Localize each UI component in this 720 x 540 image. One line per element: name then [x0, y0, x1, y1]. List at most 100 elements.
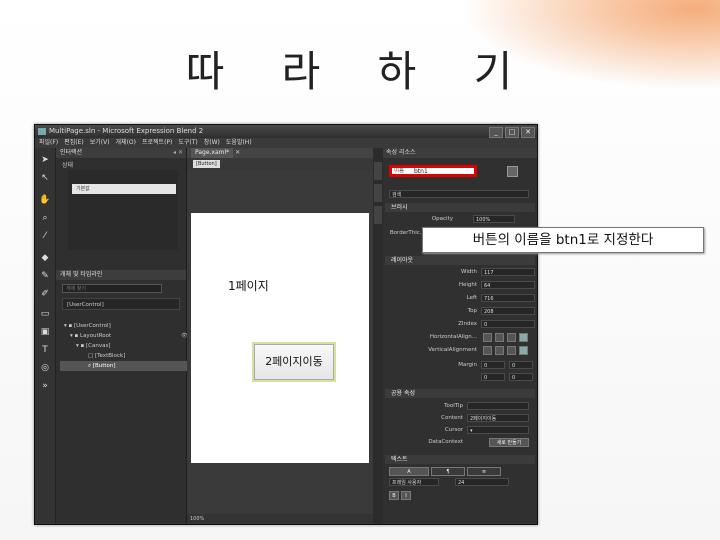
xaml-view-tab[interactable]	[374, 184, 382, 202]
width-input[interactable]: 117	[481, 268, 535, 276]
height-input[interactable]: 64	[481, 281, 535, 289]
borderthickness-label: BorderThic...	[389, 230, 425, 236]
maximize-button[interactable]: □	[505, 127, 519, 138]
app-icon	[38, 128, 46, 135]
artboard[interactable]: 1페이지 2페이지이동	[191, 213, 369, 463]
vertical-alignment-label: VerticalAlignment	[428, 347, 477, 353]
font-size-input[interactable]: 24	[455, 478, 509, 486]
opacity-input[interactable]: 100%	[473, 215, 515, 223]
paint-bucket-icon[interactable]: ◆	[39, 252, 51, 264]
close-button[interactable]: ✕	[521, 127, 535, 138]
properties-tabs[interactable]: 속성 리소스	[383, 148, 537, 158]
margin-label: Margin	[458, 362, 477, 368]
align-center-icon[interactable]	[495, 333, 504, 342]
align-right-icon[interactable]	[507, 333, 516, 342]
design-button[interactable]: 2페이지이동	[254, 344, 334, 380]
align-stretch-icon[interactable]	[519, 333, 528, 342]
design-view-tab[interactable]	[374, 162, 382, 180]
brushes-section-header[interactable]: 브러시	[385, 203, 535, 212]
brush-icon[interactable]: ✐	[39, 288, 51, 300]
menu-window[interactable]: 창(W)	[204, 138, 220, 148]
split-view-tab[interactable]	[374, 206, 382, 224]
more-tools-icon[interactable]: »	[39, 380, 51, 392]
name-value[interactable]: btn1	[414, 168, 428, 175]
valign-top-icon[interactable]	[483, 346, 492, 355]
text-icon[interactable]: T	[39, 344, 51, 356]
cursor-select[interactable]: ▾	[467, 426, 529, 434]
objects-search-input[interactable]: 개체 찾기	[62, 284, 162, 293]
slide-title: 따 라 하 기	[185, 47, 535, 96]
selection-icon[interactable]: ➤	[39, 154, 51, 166]
minimize-button[interactable]: _	[489, 127, 503, 138]
line-indent-tab[interactable]: ≡	[467, 467, 501, 476]
text-section-header[interactable]: 텍스트	[385, 455, 535, 464]
top-input[interactable]: 208	[481, 307, 535, 315]
margin-right-input[interactable]: 0	[509, 361, 533, 369]
interaction-panel: 인터랙션 ◂ ✕ 상태 기본값 개체 및 타임라인 개체 찾기 [UserCon…	[56, 148, 210, 524]
margin-bottom-input[interactable]: 0	[509, 373, 533, 381]
interaction-tab[interactable]: 인터랙션 ◂ ✕	[56, 148, 186, 158]
height-label: Height	[458, 282, 477, 288]
new-datacontext-button[interactable]: 새로 만들기	[489, 438, 529, 447]
objects-timeline-header: 개체 및 타임라인	[56, 270, 186, 280]
menu-object[interactable]: 개체(O)	[116, 138, 136, 148]
direct-select-icon[interactable]: ↖	[39, 172, 51, 184]
menu-project[interactable]: 프로젝트(P)	[142, 138, 172, 148]
left-input[interactable]: 716	[481, 294, 535, 302]
states-label: 상태	[62, 162, 74, 169]
pen-icon[interactable]: ✎	[39, 270, 51, 282]
valign-stretch-icon[interactable]	[519, 346, 528, 355]
zoom-icon[interactable]: ⌕	[39, 212, 51, 224]
common-section-header[interactable]: 공용 속성	[385, 389, 535, 398]
horizontal-alignment-label: HorizontalAlign...	[429, 334, 477, 340]
left-label: Left	[466, 295, 477, 301]
window-title: MultiPage.sln - Microsoft Expression Ble…	[49, 127, 204, 135]
events-icon[interactable]	[507, 166, 518, 177]
datacontext-label: DataContext	[428, 439, 463, 445]
name-field[interactable]: 이름 btn1	[389, 165, 477, 177]
font-tab[interactable]: A	[389, 467, 429, 476]
tree-item-canvas[interactable]: ▾ ▪ [Canvas]👁	[60, 341, 198, 351]
content-input[interactable]: 2페이지이동	[467, 414, 529, 422]
valign-bottom-icon[interactable]	[507, 346, 516, 355]
blend-window: MultiPage.sln - Microsoft Expression Ble…	[34, 124, 538, 525]
align-left-icon[interactable]	[483, 333, 492, 342]
zoom-level[interactable]: 100%	[190, 516, 204, 522]
menu-view[interactable]: 보기(V)	[90, 138, 110, 148]
bold-button[interactable]: B	[389, 491, 399, 500]
tooltip-label: ToolTip	[444, 403, 463, 409]
title-bar: MultiPage.sln - Microsoft Expression Ble…	[35, 125, 537, 138]
margin-left-input[interactable]: 0	[481, 361, 505, 369]
tooltip-input[interactable]	[467, 402, 529, 410]
layout-section-header[interactable]: 레이아웃	[385, 256, 535, 265]
pan-icon[interactable]: ✋	[39, 194, 51, 206]
zindex-input[interactable]: 0	[481, 320, 535, 328]
document-area: Page.xaml* ✕ [Button] 1페이지 2페이지이동 100%	[187, 148, 373, 524]
menu-tools[interactable]: 도구(T)	[178, 138, 197, 148]
canvas-text-label[interactable]: 1페이지	[228, 277, 269, 294]
tree-item-usercontrol[interactable]: ▾ ▪ [UserControl]	[60, 321, 186, 331]
control-icon[interactable]: ◎	[39, 362, 51, 374]
rectangle-icon[interactable]: ▭	[39, 308, 51, 320]
breadcrumb[interactable]: [Button]	[193, 160, 220, 168]
menu-bar: 파일(F) 편집(E) 보기(V) 개체(O) 프로젝트(P) 도구(T) 창(…	[35, 138, 537, 148]
font-family-select[interactable]: 프레임 사용자	[389, 478, 439, 486]
layout-icon[interactable]: ▣	[39, 326, 51, 338]
properties-search-input[interactable]: 검색	[389, 190, 529, 198]
menu-edit[interactable]: 편집(E)	[64, 138, 84, 148]
states-list: 기본값	[68, 170, 178, 250]
paragraph-tab[interactable]: ¶	[431, 467, 465, 476]
margin-top-input[interactable]: 0	[481, 373, 505, 381]
eyedropper-icon[interactable]: ⁄	[39, 230, 51, 242]
close-tab-icon[interactable]: ✕	[235, 149, 240, 156]
tree-item-layoutroot[interactable]: ▾ ▪ LayoutRoot 👁	[60, 331, 192, 341]
tab-page-xaml[interactable]: Page.xaml*	[191, 148, 234, 158]
menu-file[interactable]: 파일(F)	[39, 138, 58, 148]
menu-help[interactable]: 도움말(H)	[226, 138, 252, 148]
base-state-item[interactable]: 기본값	[72, 184, 176, 194]
content-label: Content	[441, 415, 463, 421]
italic-button[interactable]: I	[401, 491, 411, 500]
pin-icon[interactable]: ◂ ✕	[173, 148, 183, 158]
valign-center-icon[interactable]	[495, 346, 504, 355]
scope-usercontrol[interactable]: [UserControl]	[62, 298, 180, 310]
